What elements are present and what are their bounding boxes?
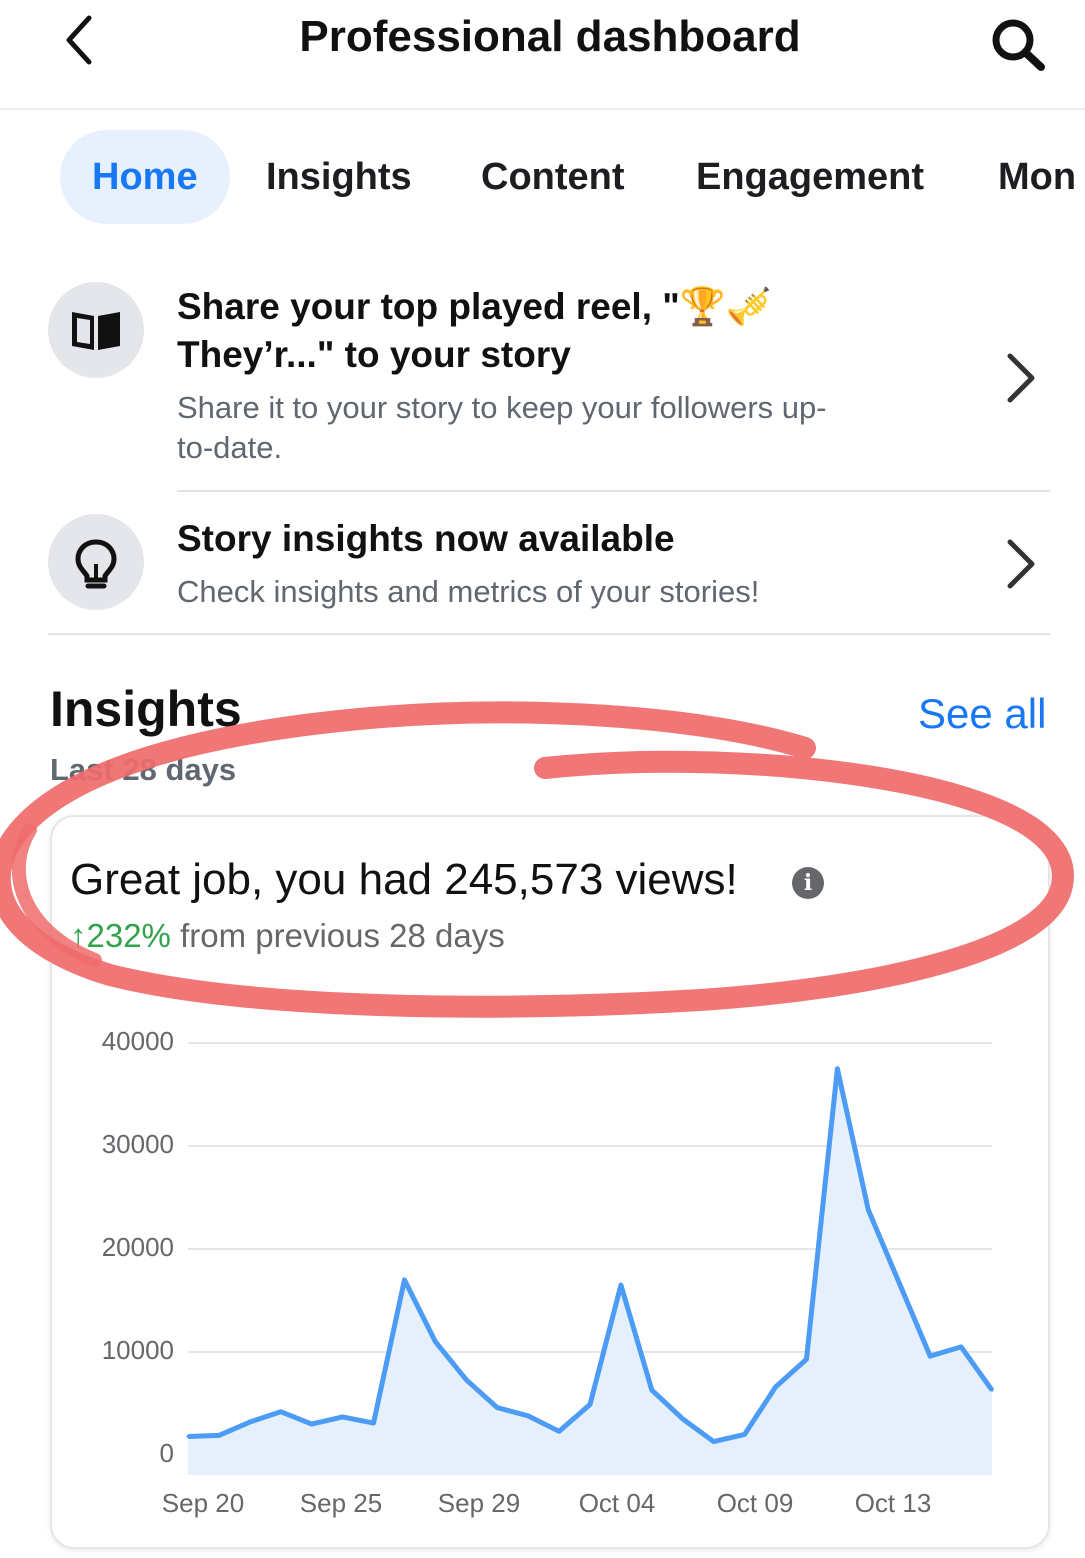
x-tick-label: Sep 20	[161, 1488, 245, 1518]
x-tick-label: Oct 09	[716, 1488, 794, 1518]
data-point	[774, 1385, 778, 1389]
data-point	[866, 1208, 870, 1212]
x-tick-label: Sep 29	[437, 1488, 521, 1518]
data-point	[681, 1417, 685, 1421]
data-point	[217, 1433, 221, 1437]
y-tick-label: 10000	[101, 1335, 174, 1365]
data-point	[959, 1345, 963, 1349]
data-point	[464, 1378, 468, 1382]
data-point	[402, 1278, 406, 1282]
data-point	[526, 1414, 530, 1418]
data-point	[835, 1067, 839, 1071]
data-point	[372, 1421, 376, 1425]
y-tick-label: 20000	[101, 1232, 174, 1262]
y-tick-label: 40000	[101, 1026, 174, 1056]
data-point	[557, 1429, 561, 1433]
data-point	[990, 1388, 994, 1392]
data-point	[804, 1357, 808, 1361]
data-point	[433, 1340, 437, 1344]
series-area	[188, 1068, 992, 1475]
y-tick-label: 0	[159, 1438, 174, 1468]
data-point	[495, 1406, 499, 1410]
data-point	[279, 1410, 283, 1414]
x-tick-label: Oct 04	[578, 1488, 656, 1518]
data-point	[743, 1432, 747, 1436]
data-point	[928, 1354, 932, 1358]
x-tick-label: Oct 13	[854, 1488, 932, 1518]
data-point	[897, 1281, 901, 1285]
x-tick-label: Sep 25	[299, 1488, 383, 1518]
data-point	[650, 1388, 654, 1392]
data-point	[588, 1403, 592, 1407]
data-point	[619, 1283, 623, 1287]
views-line-chart	[186, 1042, 995, 1475]
data-point	[248, 1420, 252, 1424]
data-point	[341, 1415, 345, 1419]
y-tick-label: 30000	[101, 1129, 174, 1159]
data-point	[186, 1434, 190, 1438]
data-point	[712, 1440, 716, 1444]
data-point	[310, 1422, 314, 1426]
